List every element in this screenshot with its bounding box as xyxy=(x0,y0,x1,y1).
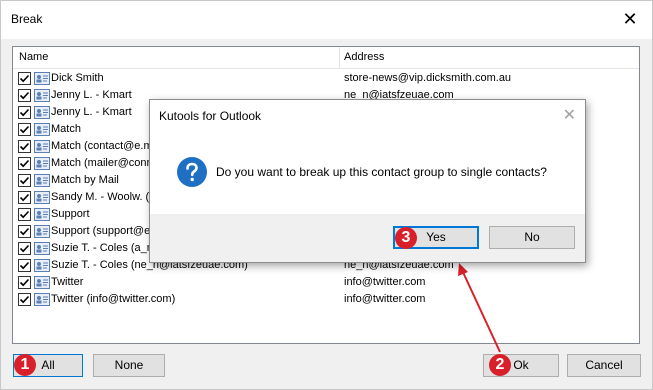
question-icon xyxy=(177,157,207,187)
checkmark-icon xyxy=(19,125,30,134)
contact-card-icon xyxy=(34,89,50,102)
dialog-message: Do you want to break up this contact gro… xyxy=(216,165,547,179)
column-name-header[interactable]: Name xyxy=(19,51,48,63)
contact-address: info@twitter.com xyxy=(344,276,426,288)
checkmark-icon xyxy=(19,108,30,117)
checkmark-icon xyxy=(19,176,30,185)
contact-address: store-news@vip.dicksmith.com.au xyxy=(344,72,512,84)
none-button[interactable]: None xyxy=(93,354,165,377)
row-checkbox[interactable] xyxy=(18,123,31,136)
step-badge-2: 2 xyxy=(489,354,511,376)
contact-card-icon xyxy=(34,242,50,255)
row-checkbox[interactable] xyxy=(18,225,31,238)
checkmark-icon xyxy=(19,244,30,253)
close-icon[interactable]: ✕ xyxy=(620,9,640,29)
contact-card-icon xyxy=(34,72,50,85)
row-checkbox[interactable] xyxy=(18,259,31,272)
contact-card-icon xyxy=(34,140,50,153)
contact-name: Jenny L. - Kmart xyxy=(51,89,132,101)
contact-card-icon xyxy=(34,276,50,289)
window-title: Break xyxy=(11,12,43,26)
contact-card-icon xyxy=(34,225,50,238)
contact-card-icon xyxy=(34,123,50,136)
title-bar: Break ✕ xyxy=(1,1,652,39)
row-checkbox[interactable] xyxy=(18,72,31,85)
contact-name: Support (support@e xyxy=(51,225,151,237)
checkmark-icon xyxy=(19,142,30,151)
contact-name: Match (mailer@conne xyxy=(51,157,159,169)
contact-card-icon xyxy=(34,259,50,272)
checkmark-icon xyxy=(19,227,30,236)
row-checkbox[interactable] xyxy=(18,140,31,153)
list-item[interactable]: Twitter (info@twitter.com) info@twitter.c… xyxy=(13,291,639,308)
list-item[interactable]: Dick Smith store-news@vip.dicksmith.com.a… xyxy=(13,70,639,87)
checkmark-icon xyxy=(19,74,30,83)
column-separator[interactable] xyxy=(339,47,340,69)
dialog-close-icon[interactable]: ✕ xyxy=(563,105,576,125)
cancel-button[interactable]: Cancel xyxy=(567,354,641,377)
row-checkbox[interactable] xyxy=(18,157,31,170)
step-badge-1: 1 xyxy=(14,354,36,376)
contact-card-icon xyxy=(34,191,50,204)
step-badge-3: 3 xyxy=(395,227,417,249)
contact-name: Twitter xyxy=(51,276,84,288)
contact-name: Match by Mail xyxy=(51,174,119,186)
contact-name: Match (contact@e.m xyxy=(51,140,153,152)
contact-name: Twitter (info@twitter.com) xyxy=(51,293,176,305)
list-item[interactable]: Twitter info@twitter.com xyxy=(13,274,639,291)
contact-name: Jenny L. - Kmart xyxy=(51,106,132,118)
contact-card-icon xyxy=(34,174,50,187)
row-checkbox[interactable] xyxy=(18,191,31,204)
contact-card-icon xyxy=(34,106,50,119)
row-checkbox[interactable] xyxy=(18,174,31,187)
row-checkbox[interactable] xyxy=(18,106,31,119)
checkmark-icon xyxy=(19,261,30,270)
row-checkbox[interactable] xyxy=(18,242,31,255)
dialog-title: Kutools for Outlook xyxy=(159,109,262,123)
column-address-header[interactable]: Address xyxy=(344,51,384,63)
contact-name: Suzie T. - Coles (a_m xyxy=(51,242,156,254)
checkmark-icon xyxy=(19,159,30,168)
no-button[interactable]: No xyxy=(489,226,575,249)
contact-name: Support xyxy=(51,208,90,220)
dialog-footer: Yes No xyxy=(150,214,585,262)
checkmark-icon xyxy=(19,295,30,304)
contact-name: Dick Smith xyxy=(51,72,104,84)
row-checkbox[interactable] xyxy=(18,89,31,102)
checkmark-icon xyxy=(19,193,30,202)
row-checkbox[interactable] xyxy=(18,276,31,289)
contact-card-icon xyxy=(34,157,50,170)
contact-name: Match xyxy=(51,123,81,135)
contact-address: info@twitter.com xyxy=(344,293,426,305)
contact-card-icon xyxy=(34,208,50,221)
row-checkbox[interactable] xyxy=(18,293,31,306)
list-header: Name Address xyxy=(13,47,639,69)
checkmark-icon xyxy=(19,210,30,219)
checkmark-icon xyxy=(19,278,30,287)
contact-card-icon xyxy=(34,293,50,306)
row-checkbox[interactable] xyxy=(18,208,31,221)
checkmark-icon xyxy=(19,91,30,100)
confirm-dialog: Kutools for Outlook ✕ Do you want to bre… xyxy=(149,99,586,263)
contact-name: Sandy M. - Woolw. ( xyxy=(51,191,150,203)
